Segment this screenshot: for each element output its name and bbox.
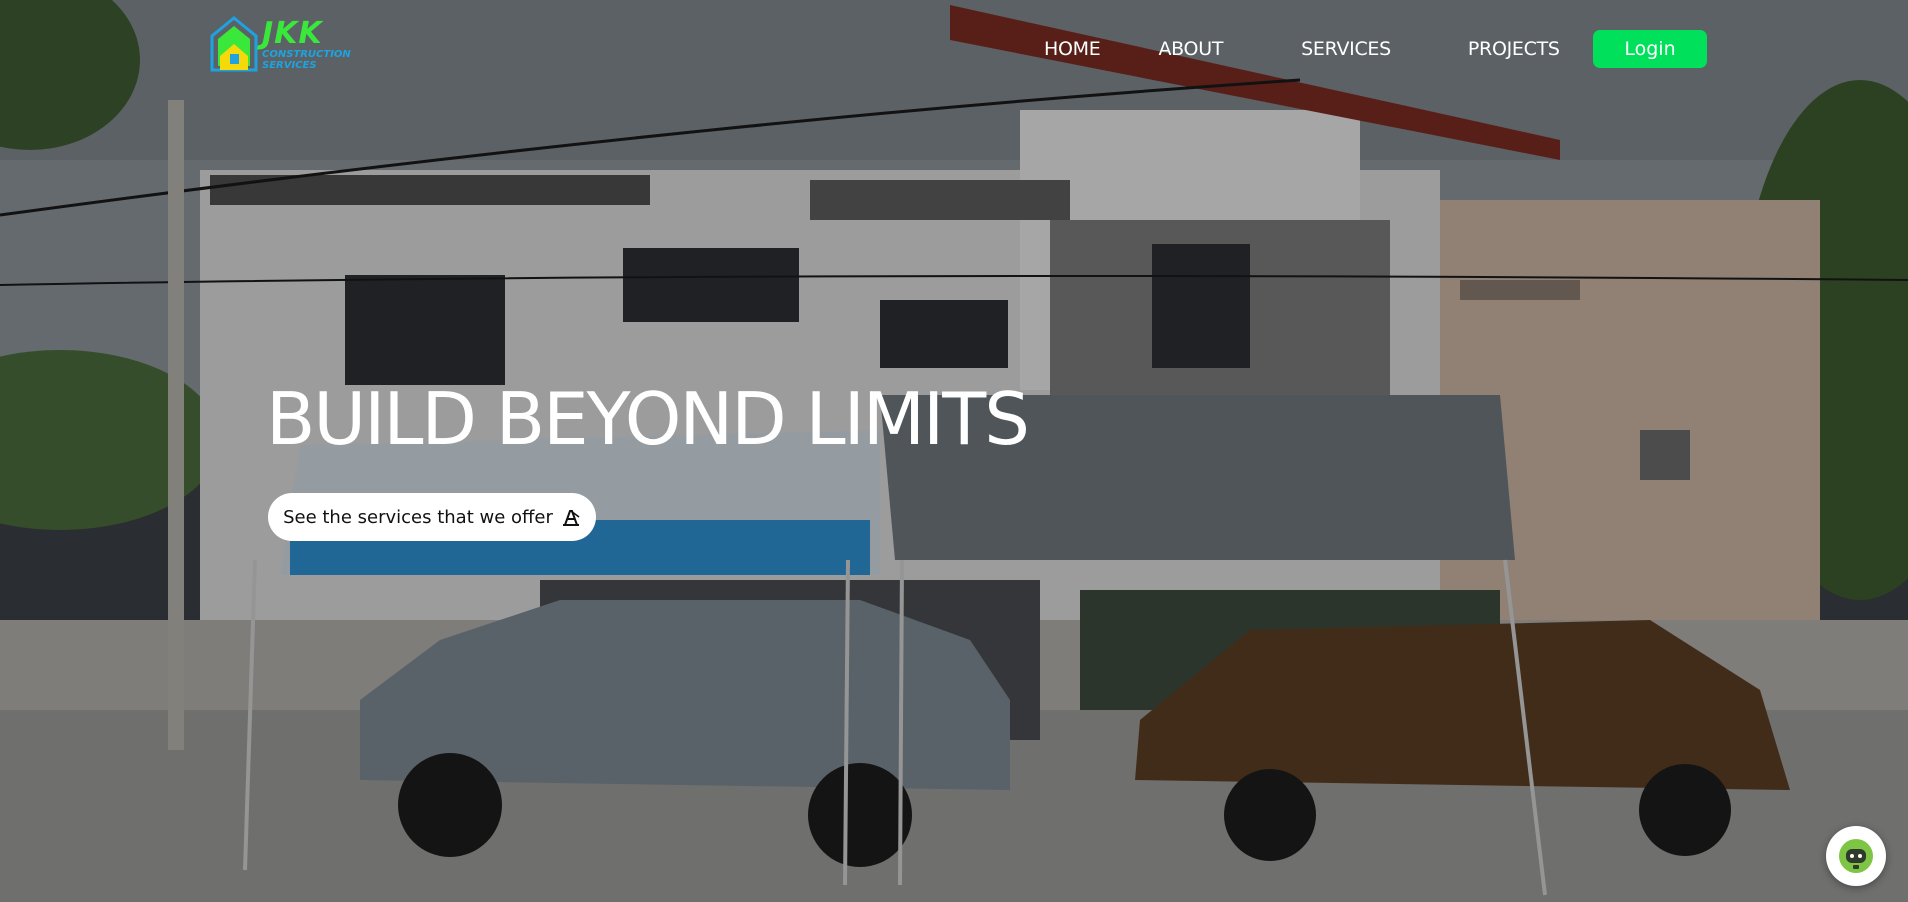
house-logo-icon [210, 16, 258, 72]
brand-logo[interactable]: JKK Construction Services [210, 16, 360, 76]
services-cta-button[interactable]: See the services that we offer [268, 493, 596, 541]
nav-about-link[interactable]: ABOUT [1158, 38, 1223, 60]
nav-projects-link[interactable]: PROJECTS [1468, 38, 1560, 60]
login-button[interactable]: Login [1593, 30, 1707, 68]
crane-icon [562, 510, 580, 526]
chat-widget-button[interactable] [1826, 826, 1886, 886]
nav-home-link[interactable]: HOME [1044, 38, 1101, 60]
cta-label: See the services that we offer [283, 506, 553, 528]
nav-links: HOME ABOUT SERVICES PROJECTS [1044, 38, 1560, 60]
top-navigation: JKK Construction Services HOME ABOUT SER… [0, 0, 1908, 100]
chatbot-icon [1839, 839, 1873, 873]
brand-subtitle: Construction Services [262, 49, 351, 71]
hero-title: BUILD BEYOND LIMITS [266, 377, 1030, 461]
nav-services-link[interactable]: SERVICES [1301, 38, 1391, 60]
brand-name: JKK [262, 16, 323, 51]
